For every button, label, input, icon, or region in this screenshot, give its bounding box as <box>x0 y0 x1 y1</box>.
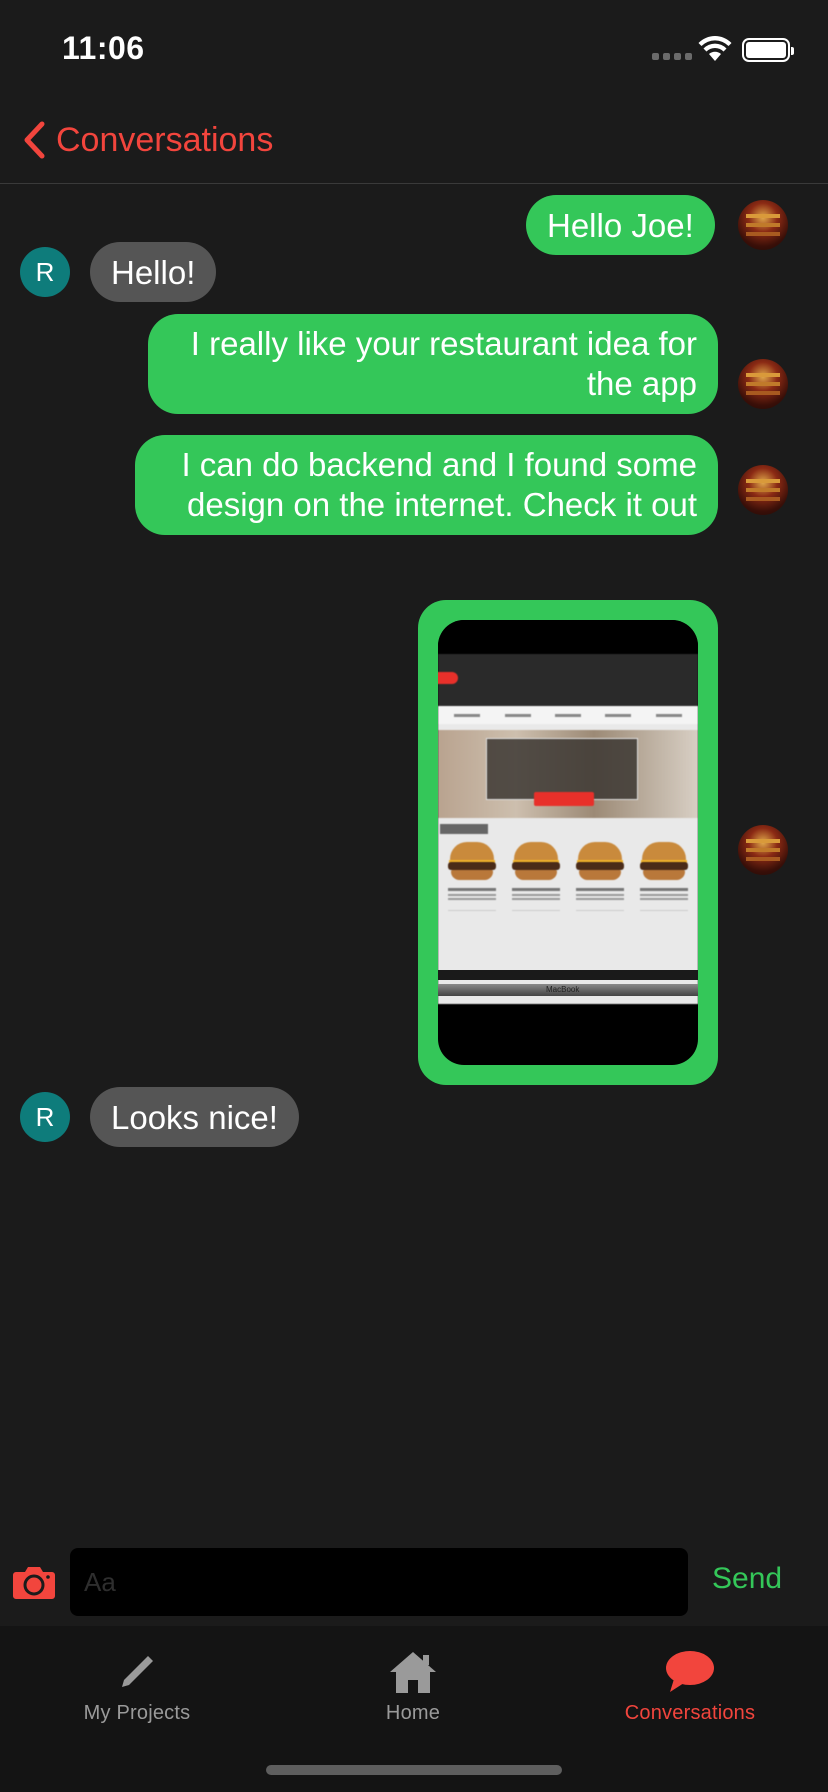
message-text: I really like your restaurant idea for t… <box>190 325 697 402</box>
chevron-left-icon <box>24 121 45 159</box>
my-avatar[interactable] <box>738 465 788 515</box>
navigation-bar: Conversations <box>0 100 828 184</box>
chat-bubble-icon <box>666 1651 714 1692</box>
home-indicator[interactable] <box>266 1765 562 1775</box>
house-icon <box>390 1652 436 1693</box>
message-text: Hello Joe! <box>547 207 694 244</box>
cellular-signal-icon <box>652 53 692 60</box>
message-input[interactable] <box>70 1548 688 1616</box>
tab-home[interactable]: Home <box>313 1646 513 1725</box>
avatar-initial: R <box>35 1101 55 1132</box>
shared-image-restaurant-design[interactable]: MacBook <box>438 620 698 1065</box>
message-text: Looks nice! <box>111 1099 278 1136</box>
my-avatar[interactable] <box>738 359 788 409</box>
contact-avatar[interactable]: R <box>20 1092 70 1142</box>
tab-my-projects[interactable]: My Projects <box>37 1646 237 1725</box>
back-button[interactable]: Conversations <box>22 120 273 160</box>
back-label: Conversations <box>56 120 274 159</box>
message-composer: Send <box>0 1540 828 1626</box>
send-button[interactable]: Send <box>712 1562 782 1596</box>
tab-label: Home <box>385 1702 441 1724</box>
message-list[interactable]: Hello Joe! R Hello! I really like your r… <box>0 185 828 1540</box>
outgoing-message-bubble[interactable]: I can do backend and I found some design… <box>135 435 718 535</box>
tab-conversations[interactable]: Conversations <box>590 1646 790 1725</box>
pencil-icon <box>122 1656 153 1687</box>
outgoing-message-bubble[interactable]: Hello Joe! <box>526 195 715 255</box>
my-avatar[interactable] <box>738 200 788 250</box>
status-bar: 11:06 <box>0 0 828 100</box>
tab-label: My Projects <box>83 1702 191 1724</box>
wifi-icon <box>698 36 732 61</box>
contact-avatar[interactable]: R <box>20 247 70 297</box>
image-caption-text: MacBook <box>546 985 580 994</box>
incoming-message-bubble[interactable]: Looks nice! <box>90 1087 299 1147</box>
battery-icon <box>742 38 794 62</box>
camera-button[interactable] <box>12 1564 56 1605</box>
status-time: 11:06 <box>62 30 145 66</box>
avatar-initial: R <box>35 256 55 287</box>
tab-label: Conversations <box>624 1702 756 1724</box>
message-text: I can do backend and I found some design… <box>181 446 697 523</box>
image-message-bubble[interactable]: MacBook <box>418 600 718 1085</box>
outgoing-message-bubble[interactable]: I really like your restaurant idea for t… <box>148 314 718 414</box>
camera-icon <box>13 1567 55 1599</box>
message-text: Hello! <box>111 254 196 291</box>
incoming-message-bubble[interactable]: Hello! <box>90 242 217 302</box>
my-avatar[interactable] <box>738 825 788 875</box>
